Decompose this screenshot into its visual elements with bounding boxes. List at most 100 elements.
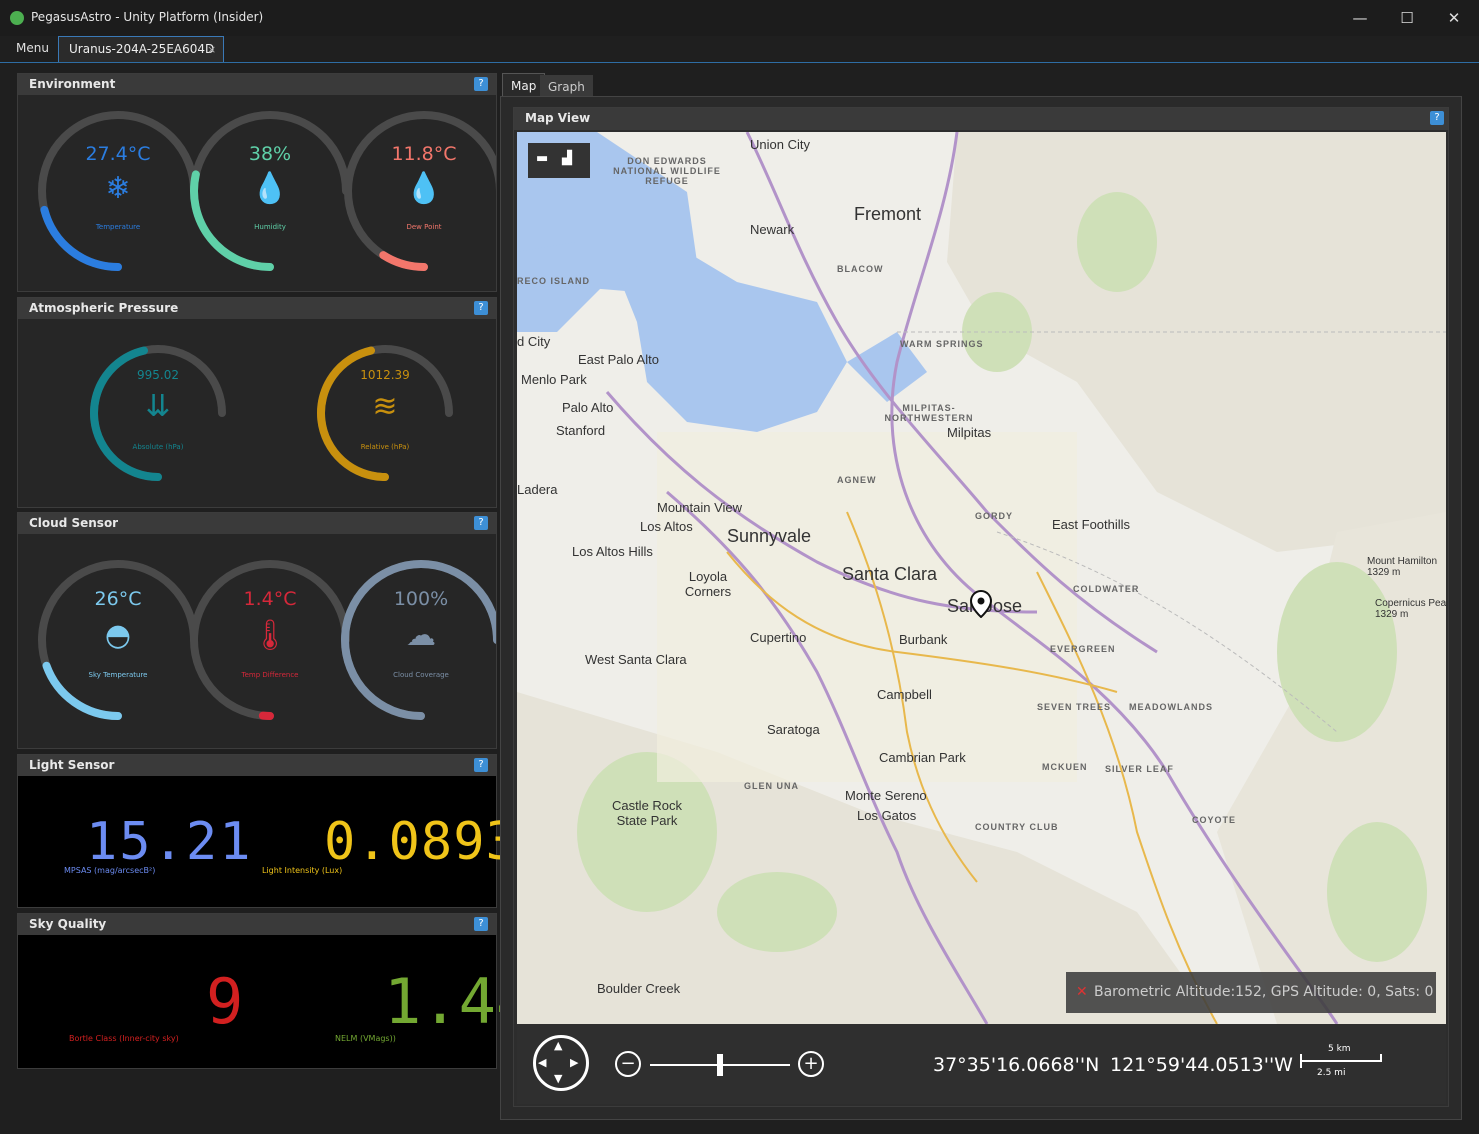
zoom-in-button[interactable]: + bbox=[798, 1051, 824, 1077]
map-scale-bar: 5 km 2.5 mi bbox=[1300, 1044, 1382, 1084]
device-tab-bar: Menu Uranus-204A-25EA604D × bbox=[0, 36, 1479, 63]
light-display: 15.21 MPSAS (mag/arcsecB²) 0.0893 Light … bbox=[18, 776, 517, 907]
map-place-label: Union City bbox=[750, 137, 810, 152]
app-logo-icon bbox=[10, 11, 24, 25]
panel-title: Atmospheric Pressure bbox=[29, 301, 179, 315]
help-icon[interactable]: ? bbox=[474, 77, 488, 91]
panel-title: Light Sensor bbox=[29, 758, 115, 772]
absolute-pressure-value: 995.02 bbox=[137, 368, 179, 382]
help-icon[interactable]: ? bbox=[474, 516, 488, 530]
map-place-label: d City bbox=[517, 334, 551, 349]
tab-device[interactable]: Uranus-204A-25EA604D × bbox=[58, 36, 224, 62]
map-place-label: Newark bbox=[750, 222, 795, 237]
absolute-pressure-label: Absolute (hPa) bbox=[132, 443, 184, 451]
close-tab-icon[interactable]: × bbox=[207, 43, 216, 56]
temp-difference-gauge: 1.4°C 🌡 Temp Difference bbox=[195, 534, 345, 734]
temperature-label: Temperature bbox=[95, 223, 141, 231]
dew-point-label: Dew Point bbox=[406, 223, 442, 231]
cloud-sensor-panel: Cloud Sensor? 26°C ◓ Sky Temperature 1.4… bbox=[17, 512, 497, 749]
map-place-label: Campbell bbox=[877, 687, 932, 702]
title-bar: PegasusAstro - Unity Platform (Insider) … bbox=[0, 0, 1479, 36]
pan-right-icon[interactable]: ▶ bbox=[570, 1056, 578, 1069]
mpsas-label: MPSAS (mag/arcsecB²) bbox=[64, 866, 156, 875]
pan-left-icon[interactable]: ◀ bbox=[538, 1056, 546, 1069]
help-icon[interactable]: ? bbox=[474, 301, 488, 315]
light-sensor-panel: Light Sensor? 15.21 MPSAS (mag/arcsecB²)… bbox=[17, 754, 517, 908]
help-icon[interactable]: ? bbox=[474, 917, 488, 931]
longitude-readout: 121°59'44.0513''W bbox=[1110, 1054, 1293, 1076]
panel-title: Cloud Sensor bbox=[29, 516, 119, 530]
map-canvas[interactable]: ▬ ▟ Union City Fremont Newark DON EDWARDS N… bbox=[517, 132, 1446, 1024]
temp-difference-label: Temp Difference bbox=[241, 671, 299, 679]
map-place-label: Cambrian Park bbox=[879, 750, 966, 765]
pan-control[interactable]: ▲ ▼ ◀ ▶ bbox=[533, 1035, 589, 1091]
map-background bbox=[517, 132, 1446, 1024]
relative-pressure-label: Relative (hPa) bbox=[360, 443, 410, 451]
lux-label: Light Intensity (Lux) bbox=[262, 866, 343, 875]
relative-pressure-value: 1012.39 bbox=[360, 368, 410, 382]
map-place-label: SILVER LEAF bbox=[1105, 764, 1174, 774]
humidity-value: 38% bbox=[248, 143, 292, 165]
help-icon[interactable]: ? bbox=[1430, 111, 1444, 125]
map-place-label: BLACOW bbox=[837, 264, 884, 274]
status-text: Barometric Altitude:152, GPS Altitude: 0… bbox=[1094, 984, 1434, 1000]
zoom-out-button[interactable]: − bbox=[615, 1051, 641, 1077]
sky-temperature-gauge: 26°C ◓ Sky Temperature bbox=[43, 534, 193, 734]
dew-point-gauge: 11.8°C 💧 Dew Point bbox=[349, 95, 499, 285]
map-place-label: WARM SPRINGS bbox=[900, 339, 984, 349]
mpsas-value: 15.21 bbox=[86, 812, 253, 872]
map-place-label: Loyola Corners bbox=[684, 569, 732, 599]
location-pin-icon[interactable] bbox=[969, 589, 993, 619]
help-icon[interactable]: ? bbox=[474, 758, 488, 772]
ruler-icon[interactable]: ▬ bbox=[536, 151, 548, 166]
map-controls-bar: ▲ ▼ ◀ ▶ − + 37°35'16.0668''N 121°59'44.0… bbox=[517, 1024, 1446, 1104]
thermometer-icon: 🌡 bbox=[250, 618, 290, 653]
dew-drops-icon: 💧 bbox=[405, 171, 443, 206]
sky-quality-display: 9 Bortle Class (Inner-city sky) 1.44 NEL… bbox=[18, 935, 533, 1068]
sky-temperature-value: 26°C bbox=[94, 588, 142, 610]
measure-area-icon[interactable]: ▟ bbox=[562, 151, 572, 166]
tab-map[interactable]: Map bbox=[502, 73, 546, 97]
map-place-label: East Foothills bbox=[1052, 517, 1131, 532]
map-place-label: Los Altos Hills bbox=[572, 544, 653, 559]
panel-title: Map View bbox=[525, 111, 591, 125]
close-window-button[interactable]: ✕ bbox=[1434, 4, 1474, 32]
map-place-label: Burbank bbox=[899, 632, 948, 647]
bortle-label: Bortle Class (Inner-city sky) bbox=[69, 1034, 179, 1043]
map-place-label: Mount Hamilton 1329 m bbox=[1367, 556, 1438, 578]
lux-value: 0.0893 bbox=[324, 812, 518, 872]
map-place-label: Milpitas bbox=[947, 425, 992, 440]
panel-title: Sky Quality bbox=[29, 917, 107, 931]
map-place-label: GLEN UNA bbox=[744, 781, 799, 791]
map-place-label: RECO ISLAND bbox=[517, 276, 591, 286]
map-place-label: Monte Sereno bbox=[845, 788, 927, 803]
map-place-label: Cupertino bbox=[750, 630, 807, 645]
map-place-label: Santa Clara bbox=[842, 564, 938, 584]
map-place-label: Menlo Park bbox=[521, 372, 587, 387]
map-place-label: Los Altos bbox=[640, 519, 693, 534]
pan-up-icon[interactable]: ▲ bbox=[554, 1039, 562, 1052]
temp-difference-value: 1.4°C bbox=[243, 588, 297, 610]
latitude-readout: 37°35'16.0668''N bbox=[933, 1054, 1100, 1076]
cloud-coverage-gauge: 100% ☁ Cloud Coverage bbox=[346, 534, 496, 734]
humidity-gauge: 38% 💧 Humidity bbox=[195, 95, 345, 285]
maximize-button[interactable]: ☐ bbox=[1387, 4, 1427, 32]
zoom-slider-thumb[interactable] bbox=[717, 1054, 723, 1076]
map-place-label: Ladera bbox=[517, 482, 558, 497]
pan-down-icon[interactable]: ▼ bbox=[554, 1072, 562, 1085]
status-overlay: ✕ Barometric Altitude:152, GPS Altitude:… bbox=[1066, 972, 1436, 1013]
humidity-drop-icon: 💧 bbox=[251, 171, 289, 206]
map-place-label: MILPITAS-NORTHWESTERN bbox=[884, 403, 974, 423]
map-place-label: Palo Alto bbox=[562, 400, 614, 415]
relative-pressure-gauge: 1012.39 ≋ Relative (hPa) bbox=[305, 319, 465, 499]
map-tools-toolbar: ▬ ▟ bbox=[528, 143, 590, 178]
minimize-button[interactable]: — bbox=[1340, 4, 1380, 32]
absolute-pressure-gauge: 995.02 ⇊ Absolute (hPa) bbox=[78, 319, 238, 499]
sky-dome-icon: ◓ bbox=[104, 618, 132, 653]
menu-tab[interactable]: Menu bbox=[8, 39, 57, 57]
map-place-label: Boulder Creek bbox=[597, 981, 681, 996]
device-tab-label: Uranus-204A-25EA604D bbox=[69, 42, 215, 56]
scale-mi-label: 2.5 mi bbox=[1317, 1068, 1346, 1078]
map-place-label: GORDY bbox=[975, 511, 1014, 521]
pressure-panel: Atmospheric Pressure? 995.02 ⇊ Absolute … bbox=[17, 297, 497, 508]
